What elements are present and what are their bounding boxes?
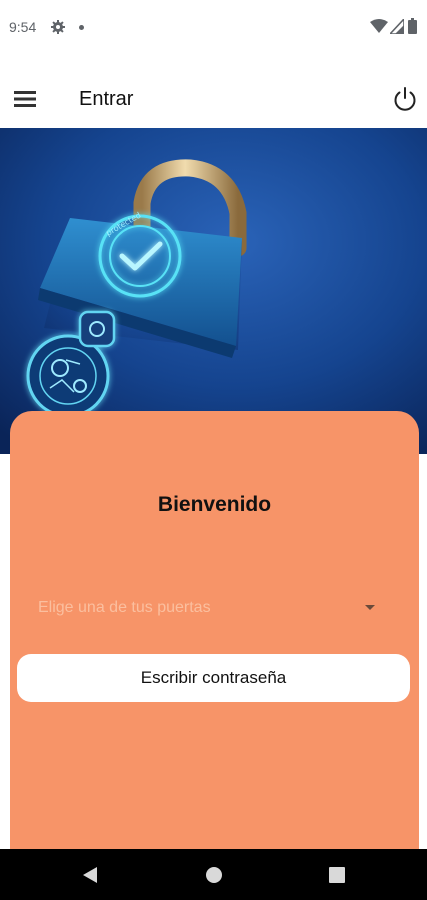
padlock-illustration: protected	[0, 128, 427, 454]
app-bar	[0, 56, 427, 128]
battery-icon	[408, 18, 417, 34]
menu-icon[interactable]	[14, 90, 36, 108]
home-icon[interactable]	[206, 867, 222, 883]
door-select-placeholder: Elige una de tus puertas	[38, 599, 211, 616]
write-password-button[interactable]: Escribir contraseña	[17, 654, 410, 702]
page-title: Entrar	[79, 88, 134, 110]
notification-dot-icon	[79, 25, 84, 30]
status-bar: 9:54	[0, 0, 427, 56]
wifi-icon	[370, 19, 388, 33]
gear-icon	[51, 20, 65, 34]
dropdown-arrow-icon	[365, 605, 375, 610]
login-card: Bienvenido Elige una de tus puertas Escr…	[10, 411, 419, 891]
welcome-title: Bienvenido	[157, 493, 272, 516]
hero-padlock-image: protected	[0, 128, 427, 454]
door-select-dropdown[interactable]: Elige una de tus puertas	[38, 597, 388, 623]
status-time: 9:54	[9, 19, 37, 35]
back-icon[interactable]	[82, 866, 98, 884]
signal-icon	[390, 19, 404, 34]
power-icon[interactable]	[392, 86, 418, 112]
recents-icon[interactable]	[329, 867, 345, 883]
